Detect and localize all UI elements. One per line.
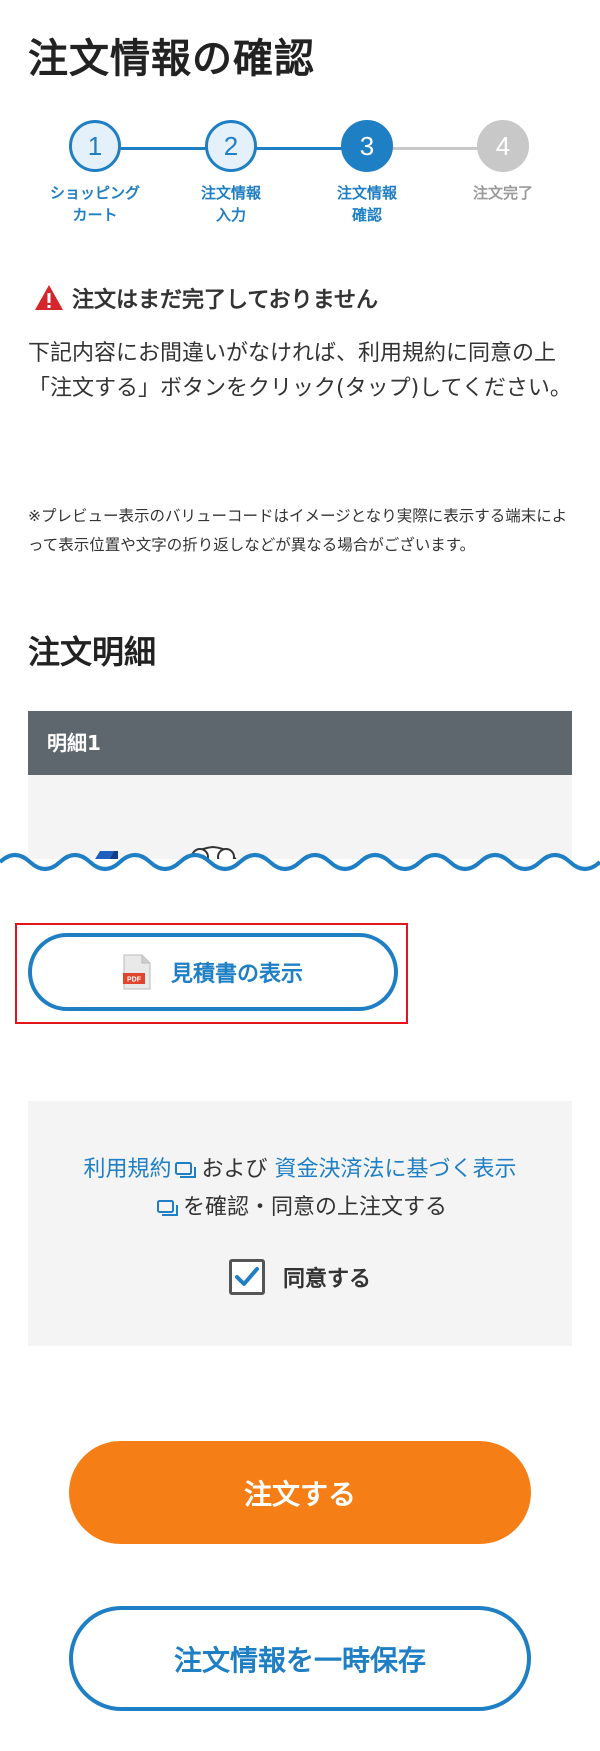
agree-checkbox[interactable] — [228, 1259, 265, 1295]
agreement-suffix: を確認・同意の上注文する — [182, 1195, 447, 1220]
step-2: 2 注文情報 入力 — [161, 120, 301, 226]
order-details-title: 注文明細 — [28, 633, 157, 671]
detail-header: 明細1 — [28, 711, 572, 775]
preview-note: ※プレビュー表示のバリューコードはイメージとなり実際に表示する端末によって表示位… — [28, 507, 568, 554]
step-3: 3 注文情報 確認 — [297, 120, 437, 226]
warning-triangle-icon — [35, 285, 63, 310]
step-3-circle: 3 — [341, 120, 393, 172]
agree-checkbox-row[interactable]: 同意する — [28, 1259, 572, 1295]
step-1-circle: 1 — [69, 120, 121, 172]
checkmark-icon — [234, 1267, 259, 1286]
place-order-button[interactable]: 注文する — [69, 1441, 531, 1544]
confirmation-instructions: 下記内容にお間違いがなければ、利用規約に同意の上「注文する」ボタンをクリック(タ… — [28, 341, 572, 401]
external-window-icon — [175, 1162, 197, 1178]
step-1: 1 ショッピング カート — [25, 120, 165, 226]
step-2-circle: 2 — [205, 120, 257, 172]
warning-text: 注文はまだ完了しておりません — [72, 288, 379, 313]
external-window-icon — [156, 1200, 178, 1216]
view-estimate-button[interactable]: PDF 見積書の表示 — [28, 933, 398, 1011]
agreement-text: 利用規約 および 資金決済法に基づく表示 を確認・同意の上注文する — [28, 1151, 572, 1227]
terms-link[interactable]: 利用規約 — [83, 1157, 171, 1182]
step-4-circle: 4 — [477, 120, 529, 172]
page-title: 注文情報の確認 — [28, 36, 315, 82]
settlement-law-link[interactable]: 資金決済法に基づく表示 — [275, 1157, 517, 1182]
agreement-panel: 利用規約 および 資金決済法に基づく表示 を確認・同意の上注文する 同意する — [28, 1101, 572, 1346]
step-4: 4 注文完了 — [433, 120, 573, 204]
step-3-label: 注文情報 確認 — [336, 184, 397, 224]
step-2-label: 注文情報 入力 — [200, 184, 261, 224]
agree-label[interactable]: 同意する — [283, 1261, 371, 1293]
cut-wave-divider — [0, 853, 600, 876]
pdf-file-icon: PDF — [122, 954, 151, 990]
svg-text:PDF: PDF — [127, 977, 142, 984]
progress-stepper: 1 ショッピング カート 2 注文情報 入力 3 注文情報 確認 4 注文完了 — [0, 120, 600, 240]
incomplete-warning: 注文はまだ完了しておりません — [34, 282, 378, 314]
step-4-label: 注文完了 — [472, 184, 533, 202]
step-1-label: ショッピング カート — [49, 184, 140, 224]
view-estimate-label: 見積書の表示 — [170, 961, 303, 986]
save-order-button[interactable]: 注文情報を一時保存 — [69, 1606, 531, 1711]
and-text: および — [201, 1157, 268, 1182]
